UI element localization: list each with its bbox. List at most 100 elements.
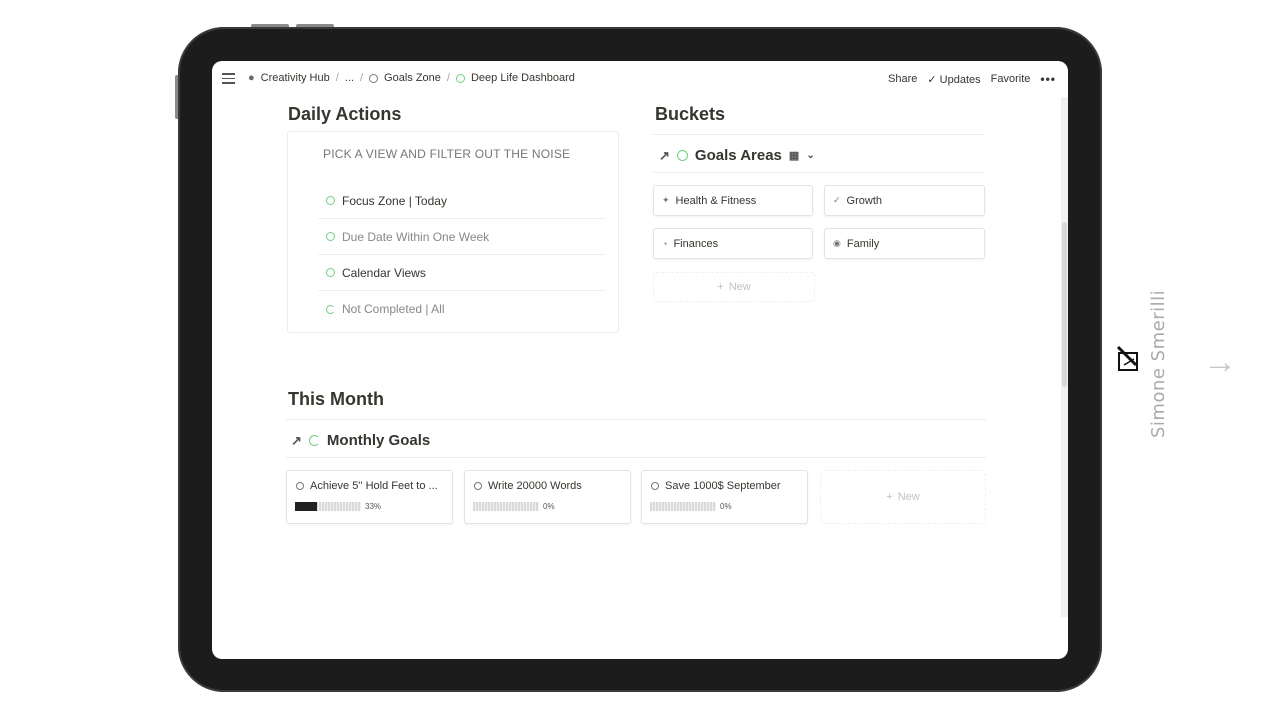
breadcrumb-separator: / xyxy=(446,72,450,84)
progress-bar-fill xyxy=(295,502,317,511)
breadcrumb-creativity-hub[interactable]: ● Creativity Hub xyxy=(248,72,330,84)
buckets-heading: Buckets xyxy=(655,104,726,124)
scrollbar-thumb[interactable] xyxy=(1062,222,1067,387)
green-circle-icon xyxy=(326,232,335,241)
breadcrumb-label: Creativity Hub xyxy=(260,72,330,84)
green-circle-icon xyxy=(326,268,335,277)
breadcrumb-deep-life-dashboard[interactable]: Deep Life Dashboard xyxy=(455,72,575,84)
goal-title-label: Write 20000 Words xyxy=(488,480,582,492)
progress-label: 0% xyxy=(543,502,555,511)
breadcrumb-ellipsis[interactable]: ... xyxy=(345,72,354,84)
breadcrumb-goals-zone[interactable]: Goals Zone xyxy=(369,72,441,84)
chevron-down-icon[interactable]: ⌄ xyxy=(806,150,814,161)
circle-icon xyxy=(474,482,482,490)
pie-chart-icon: ◔ xyxy=(662,238,668,249)
goal-card-title: Save 1000$ September xyxy=(651,480,781,492)
goal-card[interactable]: Write 20000 Words 0% xyxy=(464,470,631,524)
this-month-heading: This Month xyxy=(288,389,384,409)
goal-progress: 0% xyxy=(650,502,732,511)
goal-card-title: Write 20000 Words xyxy=(474,480,582,492)
goal-title-label: Save 1000$ September xyxy=(665,480,781,492)
partial-circle-icon xyxy=(308,435,320,446)
daily-actions-heading: Daily Actions xyxy=(288,104,402,124)
green-circle-icon xyxy=(326,196,335,205)
circle-icon xyxy=(651,482,659,490)
bucket-card-label: Family xyxy=(846,237,880,250)
daily-item-focus-zone[interactable]: Focus Zone | Today xyxy=(318,183,606,219)
check-icon: ✓ xyxy=(927,73,937,86)
bucket-card-family[interactable]: ◉ Family xyxy=(824,228,985,259)
family-icon: ◉ xyxy=(833,238,841,248)
goals-areas-label: Goals Areas xyxy=(694,147,782,164)
breadcrumb: ● Creativity Hub / ... / Goals Zone / De… xyxy=(248,72,575,84)
monthly-goals-label: Monthly Goals xyxy=(326,432,431,449)
goal-progress: 33% xyxy=(295,502,381,511)
more-options-icon[interactable]: ••• xyxy=(1040,72,1056,86)
circle-icon xyxy=(296,482,304,490)
green-circle-icon xyxy=(455,73,465,83)
breadcrumb-separator: / xyxy=(335,72,339,84)
daily-item-calendar-views[interactable]: Calendar Views xyxy=(318,255,606,291)
bucket-new-button[interactable]: + New xyxy=(653,272,815,302)
daily-item-due-date[interactable]: Due Date Within One Week xyxy=(318,219,606,255)
updates-label: Updates xyxy=(939,73,981,86)
monthly-goals-title[interactable]: ↗ Monthly Goals xyxy=(291,432,430,449)
goal-title-label: Achieve 5'' Hold Feet to ... xyxy=(310,480,438,492)
divider xyxy=(653,134,985,135)
topbar-actions: Share ✓ Updates Favorite ••• xyxy=(888,72,1056,86)
author-name: Simone Smerilli xyxy=(1148,289,1169,438)
linked-arrow-icon: ↗ xyxy=(291,432,302,448)
daily-item-label: Calendar Views xyxy=(342,265,426,280)
progress-bar xyxy=(650,502,716,511)
daily-item-label: Focus Zone | Today xyxy=(342,193,447,208)
bucket-card-label: Growth xyxy=(846,194,883,207)
breadcrumb-separator: / xyxy=(359,72,364,84)
divider xyxy=(286,419,986,420)
goals-areas-title[interactable]: ↗ Goals Areas ▦ ⌄ xyxy=(659,147,815,164)
plus-icon: + xyxy=(886,491,893,503)
progress-label: 33% xyxy=(365,502,382,511)
hamburger-menu-icon[interactable] xyxy=(222,73,235,84)
favorite-button[interactable]: Favorite xyxy=(991,73,1031,85)
daily-actions-box: PICK A VIEW AND FILTER OUT THE NOISE Foc… xyxy=(287,131,619,333)
growth-icon: ✓ xyxy=(833,195,841,205)
scrollbar[interactable] xyxy=(1061,97,1068,617)
circle-icon xyxy=(369,73,379,83)
gallery-view-icon[interactable]: ▦ xyxy=(789,149,799,162)
share-button[interactable]: Share xyxy=(888,73,917,85)
partial-circle-icon xyxy=(326,304,335,314)
topbar: ● Creativity Hub / ... / Goals Zone / De… xyxy=(212,61,1068,97)
daily-item-not-completed[interactable]: Not Completed | All xyxy=(318,291,606,327)
bucket-card-finances[interactable]: ◔ Finances xyxy=(653,228,813,259)
notion-screen: ● Creativity Hub / ... / Goals Zone / De… xyxy=(212,61,1068,659)
breadcrumb-label: Goals Zone xyxy=(384,72,441,84)
progress-bar xyxy=(473,502,539,511)
updates-button[interactable]: ✓ Updates xyxy=(927,73,980,86)
divider xyxy=(653,172,985,173)
daily-actions-subtitle: PICK A VIEW AND FILTER OUT THE NOISE xyxy=(323,147,571,161)
new-label: New xyxy=(897,491,920,503)
signature-logo-icon xyxy=(1116,345,1138,371)
bucket-card-label: Finances xyxy=(673,237,719,250)
bucket-card-label: Health & Fitness xyxy=(675,194,757,207)
goal-card-title: Achieve 5'' Hold Feet to ... xyxy=(296,480,438,492)
goal-card[interactable]: Achieve 5'' Hold Feet to ... 33% xyxy=(286,470,453,524)
daily-item-label: Due Date Within One Week xyxy=(342,229,490,244)
bucket-card-growth[interactable]: ✓ Growth xyxy=(824,185,985,216)
green-circle-icon xyxy=(676,150,688,161)
lightbulb-icon: ● xyxy=(248,72,255,84)
linked-arrow-icon: ↗ xyxy=(659,147,670,163)
bucket-card-health-fitness[interactable]: ✦ Health & Fitness xyxy=(653,185,813,216)
daily-item-label: Not Completed | All xyxy=(342,302,445,316)
goal-card[interactable]: Save 1000$ September 0% xyxy=(641,470,808,524)
plus-icon: + xyxy=(717,281,724,293)
goal-new-button[interactable]: + New xyxy=(820,470,986,524)
progress-label: 0% xyxy=(720,502,732,511)
fitness-icon: ✦ xyxy=(662,195,670,205)
next-arrow-icon[interactable]: → xyxy=(1203,343,1237,382)
new-label: New xyxy=(728,281,751,293)
breadcrumb-label: Deep Life Dashboard xyxy=(470,72,575,84)
divider xyxy=(286,457,986,458)
progress-bar xyxy=(295,502,361,511)
goal-progress: 0% xyxy=(473,502,555,511)
